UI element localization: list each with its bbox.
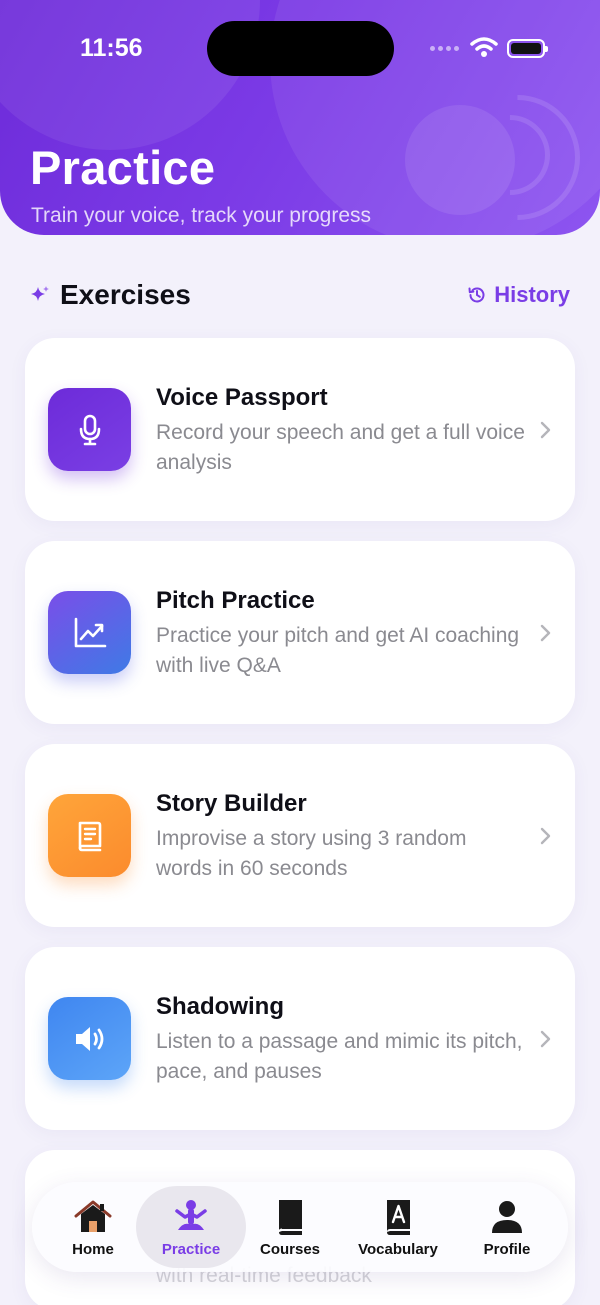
page-subtitle: Train your voice, track your progress bbox=[31, 204, 372, 227]
exercise-icon-tile bbox=[48, 591, 131, 674]
chevron-right-icon bbox=[540, 421, 551, 439]
meditation-icon bbox=[175, 1199, 207, 1230]
status-time: 11:56 bbox=[80, 34, 143, 62]
history-icon bbox=[468, 287, 485, 303]
chart-line-icon bbox=[74, 617, 106, 647]
speaker-icon bbox=[75, 1026, 103, 1051]
tab-label: Courses bbox=[259, 1240, 321, 1258]
chevron-right-icon bbox=[540, 624, 551, 642]
history-label: History bbox=[494, 282, 570, 307]
tab-vocabulary[interactable]: Vocabulary bbox=[350, 1182, 446, 1272]
chevron-right-icon bbox=[540, 827, 551, 845]
tab-label: Vocabulary bbox=[358, 1240, 438, 1258]
exercise-title: Voice Passport bbox=[156, 384, 328, 411]
microphone-icon bbox=[79, 414, 100, 445]
exercise-title: Story Builder bbox=[156, 790, 307, 817]
section-title: Exercises bbox=[60, 279, 191, 310]
tab-label: Home bbox=[72, 1240, 114, 1258]
book-icon bbox=[78, 821, 101, 851]
exercise-icon-tile bbox=[48, 997, 131, 1080]
cellular-signal-icon bbox=[430, 46, 459, 51]
exercise-description: Listen to a passage and mimic its pitch,… bbox=[156, 1030, 523, 1083]
decor-circle bbox=[0, 0, 260, 150]
exercise-card-shadowing[interactable]: Shadowing Listen to a passage and mimic … bbox=[25, 947, 575, 1130]
history-button[interactable]: History bbox=[467, 282, 570, 308]
exercise-title: Shadowing bbox=[156, 993, 284, 1020]
tab-bar: Home Practice Courses Vocabulary Profile bbox=[32, 1182, 568, 1272]
person-icon bbox=[492, 1200, 522, 1233]
page-title: Practice bbox=[30, 141, 216, 194]
exercises-section-header: Exercises History bbox=[30, 278, 570, 314]
exercise-description: Record your speech and get a full voice … bbox=[156, 421, 525, 474]
chevron-right-icon bbox=[540, 1030, 551, 1048]
battery-icon bbox=[507, 39, 548, 58]
dynamic-island bbox=[207, 21, 394, 76]
sparkle-icon bbox=[31, 286, 49, 301]
header: 11:56 Practice Train your voice, track y… bbox=[0, 0, 600, 235]
exercise-description: Improvise a story using 3 random words i… bbox=[156, 827, 467, 880]
exercise-card-voice-passport[interactable]: Voice Passport Record your speech and ge… bbox=[25, 338, 575, 521]
book-closed-icon bbox=[278, 1199, 302, 1235]
home-icon bbox=[74, 1200, 112, 1232]
dictionary-icon bbox=[387, 1199, 410, 1235]
exercise-description: Practice your pitch and get AI coaching … bbox=[156, 624, 520, 677]
tab-home[interactable]: Home bbox=[54, 1182, 132, 1272]
wifi-icon bbox=[470, 37, 498, 57]
tab-practice[interactable]: Practice bbox=[151, 1182, 231, 1272]
tab-courses[interactable]: Courses bbox=[249, 1182, 331, 1272]
tab-profile[interactable]: Profile bbox=[468, 1182, 546, 1272]
exercise-icon-tile bbox=[48, 794, 131, 877]
exercise-title: Pitch Practice bbox=[156, 587, 315, 614]
tab-label: Profile bbox=[483, 1240, 531, 1258]
exercise-card-story-builder[interactable]: Story Builder Improvise a story using 3 … bbox=[25, 744, 575, 927]
exercise-card-pitch-practice[interactable]: Pitch Practice Practice your pitch and g… bbox=[25, 541, 575, 724]
tab-label: Practice bbox=[161, 1240, 221, 1258]
exercise-icon-tile bbox=[48, 388, 131, 471]
